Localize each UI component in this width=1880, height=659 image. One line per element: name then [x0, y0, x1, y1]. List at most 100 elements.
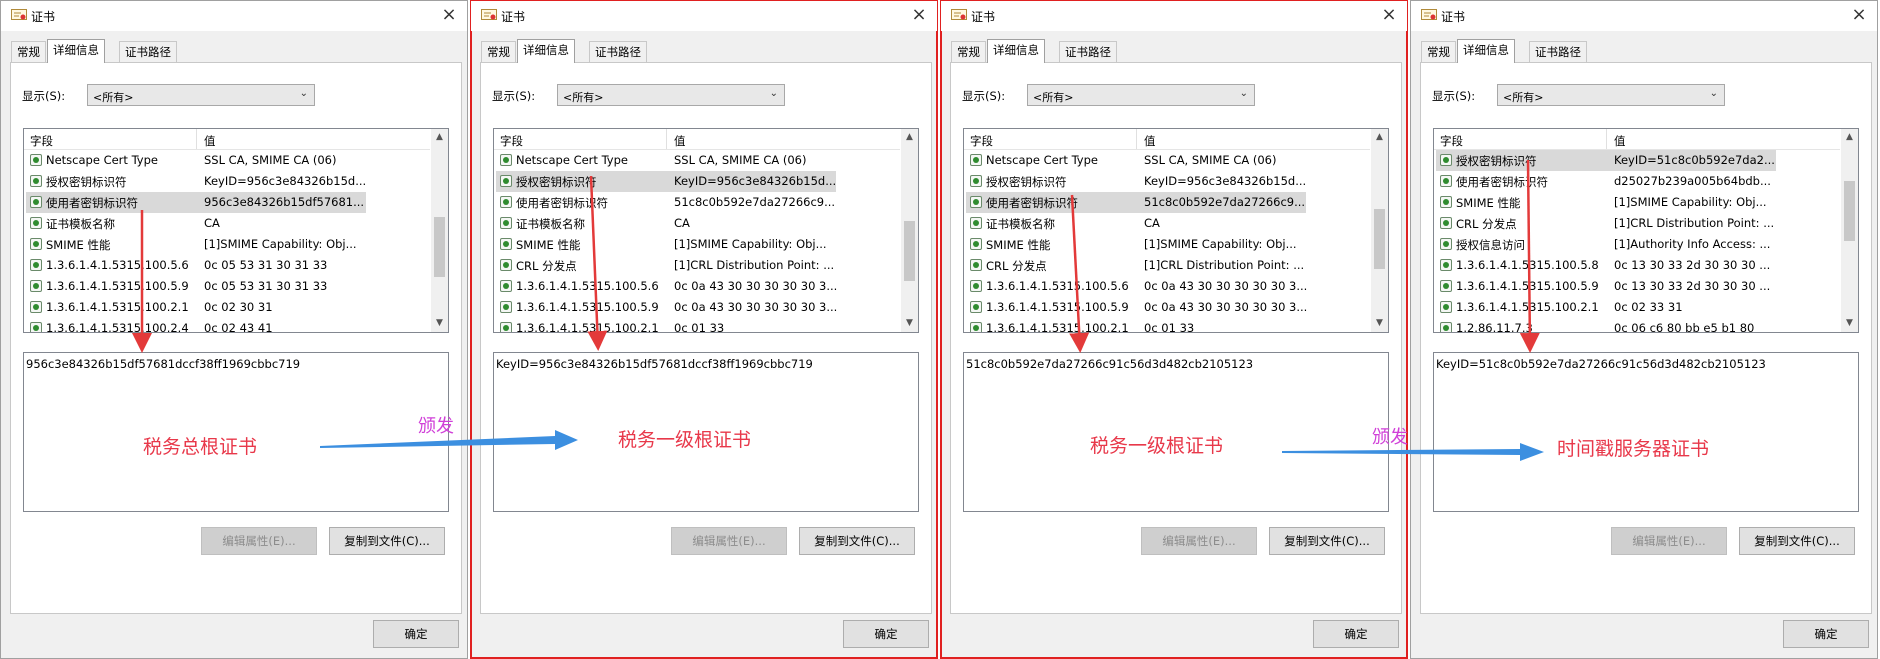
column-divider[interactable]: [1136, 129, 1137, 149]
show-select[interactable]: <所有> ⌄: [1497, 84, 1725, 106]
list-item[interactable]: Netscape Cert Type SSL CA, SMIME CA (06): [496, 150, 884, 171]
column-value[interactable]: 值: [1614, 133, 1626, 149]
list-item[interactable]: 授权密钥标识符 KeyID=51c8c0b592e7da2...: [1436, 150, 1776, 171]
copy-to-file-button[interactable]: 复制到文件(C)...: [329, 527, 445, 555]
list-scrollbar[interactable]: ▲ ▼: [901, 129, 918, 332]
show-select[interactable]: <所有> ⌄: [557, 84, 785, 106]
list-item[interactable]: 授权密钥标识符 KeyID=956c3e84326b15d...: [496, 171, 836, 192]
list-item[interactable]: 证书模板名称 CA: [966, 213, 1354, 234]
tab-cert-path[interactable]: 证书路径: [1529, 41, 1587, 62]
list-item[interactable]: 1.3.6.1.4.1.5315.100.2.1 0c 01 33: [966, 318, 1354, 332]
list-item[interactable]: 授权密钥标识符 KeyID=956c3e84326b15d...: [26, 171, 414, 192]
tab-general[interactable]: 常规: [481, 41, 516, 62]
tab-details[interactable]: 详细信息: [517, 39, 575, 63]
scroll-down-icon[interactable]: ▼: [1841, 315, 1858, 332]
scroll-up-icon[interactable]: ▲: [1371, 129, 1388, 146]
list-item[interactable]: 1.3.6.1.4.1.5315.100.5.6 0c 05 53 31 30 3…: [26, 255, 414, 276]
list-item[interactable]: 1.3.6.1.4.1.5315.100.5.6 0c 0a 43 30 30 3…: [496, 276, 884, 297]
tab-general[interactable]: 常规: [1421, 41, 1456, 62]
scroll-thumb[interactable]: [1374, 209, 1385, 269]
list-scrollbar[interactable]: ▲ ▼: [431, 129, 448, 332]
copy-to-file-button[interactable]: 复制到文件(C)...: [799, 527, 915, 555]
column-value[interactable]: 值: [1144, 133, 1156, 149]
column-value[interactable]: 值: [674, 133, 686, 149]
field-list[interactable]: 字段 值 Netscape Cert Type SSL CA, SMIME CA (0…: [493, 128, 919, 333]
scroll-up-icon[interactable]: ▲: [901, 129, 918, 146]
column-value[interactable]: 值: [204, 133, 216, 149]
scroll-up-icon[interactable]: ▲: [431, 129, 448, 146]
list-scrollbar[interactable]: ▲ ▼: [1841, 129, 1858, 332]
list-item[interactable]: 1.3.6.1.4.1.5315.100.5.9 0c 0a 43 30 30 3…: [496, 297, 884, 318]
list-item[interactable]: 1.3.6.1.4.1.5315.100.2.1 0c 02 30 31: [26, 297, 414, 318]
scroll-thumb[interactable]: [434, 217, 445, 277]
field-list[interactable]: 字段 值 Netscape Cert Type SSL CA, SMIME CA (0…: [963, 128, 1389, 333]
ok-button[interactable]: 确定: [843, 620, 929, 648]
list-item[interactable]: 1.3.6.1.4.1.5315.100.5.8 0c 13 30 33 2d 3…: [1436, 255, 1824, 276]
close-icon[interactable]: ×: [909, 4, 929, 25]
list-item[interactable]: SMIME 性能 [1]SMIME Capability: Obj...: [1436, 192, 1824, 213]
tab-details[interactable]: 详细信息: [1457, 39, 1515, 63]
list-item[interactable]: 使用者密钥标识符 51c8c0b592e7da27266c9...: [496, 192, 884, 213]
list-item[interactable]: 1.3.6.1.4.1.5315.100.5.9 0c 13 30 33 2d 3…: [1436, 276, 1824, 297]
list-item[interactable]: 授权密钥标识符 KeyID=956c3e84326b15d...: [966, 171, 1354, 192]
value-detail-box[interactable]: KeyID=51c8c0b592e7da27266c91c56d3d482cb2…: [1433, 352, 1859, 512]
column-divider[interactable]: [1606, 129, 1607, 149]
field-list[interactable]: 字段 值授权密钥标识符 KeyID=51c8c0b592e7da2... 使用者密钥标…: [1433, 128, 1859, 333]
list-item[interactable]: SMIME 性能 [1]SMIME Capability: Obj...: [496, 234, 884, 255]
list-item[interactable]: CRL 分发点 [1]CRL Distribution Point: ...: [496, 255, 884, 276]
list-item[interactable]: SMIME 性能 [1]SMIME Capability: Obj...: [26, 234, 414, 255]
list-item[interactable]: 使用者密钥标识符 d25027b239a005b64bdb...: [1436, 171, 1824, 192]
list-item[interactable]: 1.2.86.11.7.3 0c 06 c6 80 bb e5 b1 80: [1436, 318, 1824, 332]
scroll-down-icon[interactable]: ▼: [1371, 315, 1388, 332]
list-item[interactable]: 授权信息访问 [1]Authority Info Access: ...: [1436, 234, 1824, 255]
close-icon[interactable]: ×: [1849, 4, 1869, 25]
list-item[interactable]: 1.3.6.1.4.1.5315.100.2.1 0c 02 33 31: [1436, 297, 1824, 318]
list-item[interactable]: Netscape Cert Type SSL CA, SMIME CA (06): [26, 150, 414, 171]
list-item[interactable]: 使用者密钥标识符 51c8c0b592e7da27266c9...: [966, 192, 1306, 213]
tab-details[interactable]: 详细信息: [987, 39, 1045, 63]
tab-details[interactable]: 详细信息: [47, 39, 105, 63]
scroll-down-icon[interactable]: ▼: [901, 315, 918, 332]
list-item[interactable]: Netscape Cert Type SSL CA, SMIME CA (06): [966, 150, 1354, 171]
show-select[interactable]: <所有> ⌄: [87, 84, 315, 106]
list-item[interactable]: 1.3.6.1.4.1.5315.100.5.6 0c 0a 43 30 30 3…: [966, 276, 1354, 297]
scroll-down-icon[interactable]: ▼: [431, 315, 448, 332]
scroll-thumb[interactable]: [1844, 181, 1855, 241]
list-item[interactable]: SMIME 性能 [1]SMIME Capability: Obj...: [966, 234, 1354, 255]
list-item[interactable]: 1.3.6.1.4.1.5315.100.2.4 0c 02 43 41: [26, 318, 414, 332]
tab-cert-path[interactable]: 证书路径: [119, 41, 177, 62]
show-select[interactable]: <所有> ⌄: [1027, 84, 1255, 106]
list-item[interactable]: CRL 分发点 [1]CRL Distribution Point: ...: [1436, 213, 1824, 234]
ok-button[interactable]: 确定: [1783, 620, 1869, 648]
close-icon[interactable]: ×: [439, 4, 459, 25]
column-divider[interactable]: [666, 129, 667, 149]
list-item[interactable]: 1.3.6.1.4.1.5315.100.5.9 0c 0a 43 30 30 3…: [966, 297, 1354, 318]
list-item[interactable]: CRL 分发点 [1]CRL Distribution Point: ...: [966, 255, 1354, 276]
list-item[interactable]: 1.3.6.1.4.1.5315.100.2.1 0c 01 33: [496, 318, 884, 332]
tab-general[interactable]: 常规: [951, 41, 986, 62]
tab-general[interactable]: 常规: [11, 41, 46, 62]
field-list[interactable]: 字段 值 Netscape Cert Type SSL CA, SMIME CA (0…: [23, 128, 449, 333]
close-icon[interactable]: ×: [1379, 4, 1399, 25]
ok-button[interactable]: 确定: [1313, 620, 1399, 648]
list-item[interactable]: 证书模板名称 CA: [26, 213, 414, 234]
ok-button[interactable]: 确定: [373, 620, 459, 648]
list-item[interactable]: 1.3.6.1.4.1.5315.100.5.9 0c 05 53 31 30 3…: [26, 276, 414, 297]
tab-cert-path[interactable]: 证书路径: [589, 41, 647, 62]
edit-properties-button[interactable]: 编辑属性(E)...: [671, 527, 787, 555]
column-divider[interactable]: [196, 129, 197, 149]
copy-to-file-button[interactable]: 复制到文件(C)...: [1269, 527, 1385, 555]
scroll-up-icon[interactable]: ▲: [1841, 129, 1858, 146]
list-item[interactable]: 使用者密钥标识符 956c3e84326b15df57681...: [26, 192, 366, 213]
edit-properties-button[interactable]: 编辑属性(E)...: [201, 527, 317, 555]
copy-to-file-button[interactable]: 复制到文件(C)...: [1739, 527, 1855, 555]
column-field[interactable]: 字段: [970, 133, 993, 149]
edit-properties-button[interactable]: 编辑属性(E)...: [1611, 527, 1727, 555]
column-field[interactable]: 字段: [500, 133, 523, 149]
tab-cert-path[interactable]: 证书路径: [1059, 41, 1117, 62]
column-field[interactable]: 字段: [1440, 133, 1463, 149]
column-field[interactable]: 字段: [30, 133, 53, 149]
list-scrollbar[interactable]: ▲ ▼: [1371, 129, 1388, 332]
edit-properties-button[interactable]: 编辑属性(E)...: [1141, 527, 1257, 555]
scroll-thumb[interactable]: [904, 221, 915, 281]
